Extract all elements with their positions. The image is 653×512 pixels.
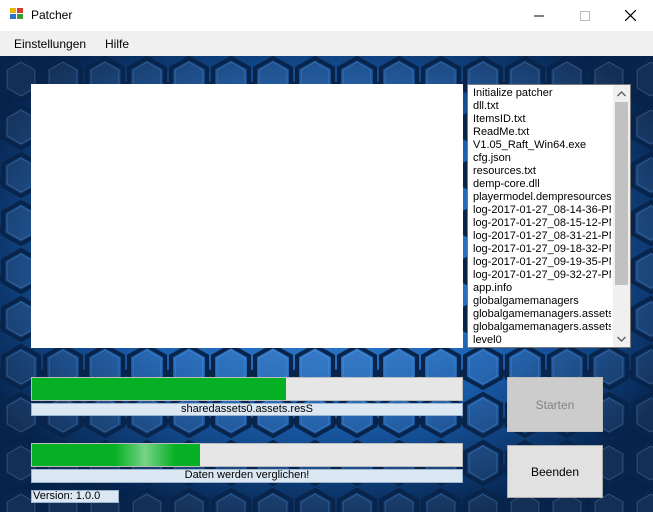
file-progress-fill (32, 378, 286, 400)
list-item[interactable]: log-2017-01-27_08-15-12-PM (473, 217, 611, 230)
chevron-up-icon (617, 90, 626, 96)
minimize-icon (534, 15, 544, 16)
list-item[interactable]: playermodel.dempresources (473, 191, 611, 204)
scroll-up-button[interactable] (613, 85, 630, 102)
maximize-button[interactable] (562, 0, 608, 31)
scrollbar-thumb[interactable] (615, 102, 628, 285)
list-item[interactable]: resources.txt (473, 165, 611, 178)
list-item[interactable]: ItemsID.txt (473, 113, 611, 126)
minimize-button[interactable] (516, 0, 562, 31)
list-item[interactable]: level0 (473, 334, 611, 347)
close-icon (624, 10, 636, 21)
scroll-down-button[interactable] (613, 330, 630, 347)
version-label: Version: 1.0.0 (31, 490, 119, 503)
vertical-scrollbar[interactable] (613, 85, 630, 347)
list-item[interactable]: log-2017-01-27_09-32-27-PM (473, 269, 611, 282)
list-item[interactable]: ReadMe.txt (473, 126, 611, 139)
list-item[interactable]: demp-core.dll (473, 178, 611, 191)
list-item[interactable]: Initialize patcher (473, 87, 611, 100)
list-item[interactable]: log-2017-01-27_09-18-32-PM (473, 243, 611, 256)
start-button[interactable]: Starten (507, 377, 603, 432)
patcher-app-icon (10, 8, 24, 21)
file-progress-bar (31, 377, 463, 401)
maximize-icon (580, 10, 590, 21)
file-listbox[interactable]: Initialize patcher dll.txt ItemsID.txt Read… (467, 84, 631, 348)
list-item[interactable]: cfg.json (473, 152, 611, 165)
list-item[interactable]: log-2017-01-27_08-31-21-PM (473, 230, 611, 243)
list-item[interactable]: app.info (473, 282, 611, 295)
file-progress-label: sharedassets0.assets.resS (31, 403, 463, 416)
title-bar: Patcher (0, 0, 653, 31)
menu-hilfe[interactable]: Hilfe (105, 37, 129, 51)
chevron-down-icon (617, 336, 626, 342)
file-list: Initialize patcher dll.txt ItemsID.txt Read… (473, 87, 611, 347)
list-item[interactable]: globalgamemanagers.assets.r (473, 321, 611, 334)
window-title: Patcher (31, 8, 73, 22)
total-progress-shine (115, 444, 175, 466)
exit-button[interactable]: Beenden (507, 445, 603, 498)
list-item[interactable]: dll.txt (473, 100, 611, 113)
output-panel (31, 84, 463, 348)
client-area: Initialize patcher dll.txt ItemsID.txt Read… (0, 56, 653, 512)
total-progress-label: Daten werden verglichen! (31, 469, 463, 483)
list-item[interactable]: globalgamemanagers (473, 295, 611, 308)
close-button[interactable] (607, 0, 653, 31)
menu-bar: Einstellungen Hilfe (0, 31, 653, 56)
list-item[interactable]: globalgamemanagers.assets (473, 308, 611, 321)
menu-einstellungen[interactable]: Einstellungen (14, 37, 86, 51)
total-progress-bar (31, 443, 463, 467)
list-item[interactable]: log-2017-01-27_09-19-35-PM (473, 256, 611, 269)
list-item[interactable]: V1.05_Raft_Win64.exe (473, 139, 611, 152)
list-item[interactable]: log-2017-01-27_08-14-36-PM (473, 204, 611, 217)
